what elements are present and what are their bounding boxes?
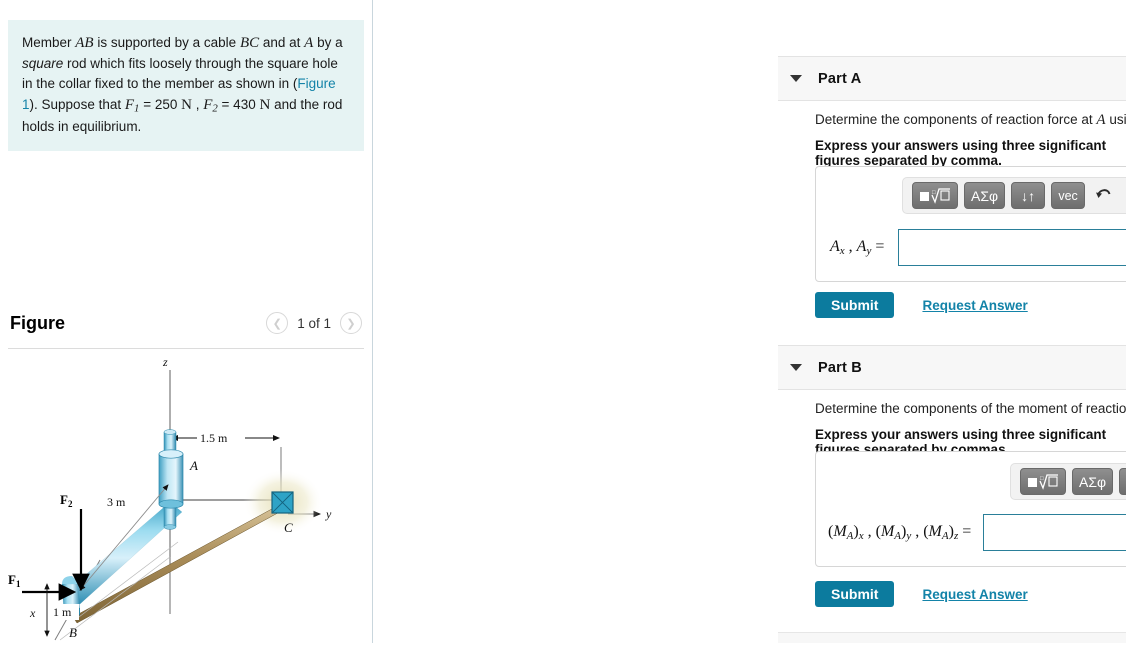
problem-var-f2: F2 (203, 96, 218, 115)
redo-icon[interactable] (1122, 186, 1126, 206)
problem-text-line4a: Suppose that (41, 96, 125, 112)
problem-text-line1c: and at (259, 35, 305, 50)
part-b-request-answer-link[interactable]: Request Answer (922, 587, 1027, 602)
part-a-title: Part A (818, 70, 862, 87)
figure-diagram: z x y 1.5 m A C 3 m F2 F1 1 m B (0, 352, 372, 643)
figure-divider (8, 348, 364, 349)
figure-nav: ❮ 1 of 1 ❯ (266, 312, 362, 334)
chevron-right-icon[interactable]: ❯ (340, 312, 362, 334)
problem-text-line1d: by a (313, 35, 343, 50)
figure-label-a: A (189, 458, 198, 473)
caret-down-icon[interactable] (790, 364, 802, 371)
part-b-prompt-text1: Determine the components of the moment o… (815, 401, 1126, 416)
caret-down-icon[interactable] (790, 75, 802, 82)
part-a-answer-box: □ ΑΣφ ↓↑ vec Ax , Ay = (815, 166, 1126, 282)
problem-text-line5: holds in equilibrium. (22, 119, 142, 135)
part-b-actions: Submit Request Answer (815, 581, 1028, 607)
arrows-button[interactable]: ↓↑ (1011, 182, 1046, 209)
part-b-answer-label: (MA)x , (MA)y , (MA)z = (828, 523, 972, 542)
template-radical-button[interactable]: □ (912, 182, 958, 209)
figure-counter: 1 of 1 (297, 315, 331, 331)
part-a-submit-button[interactable]: Submit (815, 292, 895, 318)
page-root: Member AB is supported by a cable BC and… (0, 0, 1126, 643)
figure-dim-3m: 3 m (107, 495, 126, 509)
part-a-instruction: Express your answers using three signifi… (815, 138, 1107, 168)
figure-label-b: B (69, 625, 77, 640)
problem-text-line1b: is supported by a cable (93, 35, 240, 50)
part-a-actions: Submit Request Answer (815, 292, 1028, 318)
problem-text-line4b: and the rod (270, 96, 343, 112)
figure-label-c: C (284, 520, 293, 535)
part-a-math-toolbar: □ ΑΣφ ↓↑ vec (902, 177, 1126, 214)
problem-comma: , (191, 96, 204, 112)
problem-var-ab: AB (75, 35, 94, 51)
chevron-left-icon[interactable]: ❮ (266, 312, 289, 334)
template-radical-button[interactable]: □ (1020, 468, 1066, 495)
mechanics-diagram-svg: z x y 1.5 m A C 3 m F2 F1 1 m B (8, 355, 332, 641)
part-b-answer-input[interactable] (983, 514, 1126, 551)
arrows-button[interactable]: ↓↑ (1119, 468, 1126, 495)
part-a-prompt-text2: using scalar notation. (1109, 112, 1126, 127)
greek-symbols-button[interactable]: ΑΣφ (964, 182, 1006, 209)
vector-button[interactable]: vec (1051, 182, 1086, 209)
figure-dim-1-5m: 1.5 m (200, 431, 228, 445)
figure-label-f2: F2 (60, 492, 73, 509)
figure-header: Figure ❮ 1 of 1 ❯ (0, 312, 372, 334)
part-a-answer-input[interactable] (898, 229, 1126, 266)
problem-text-line1a: Member (22, 35, 76, 50)
figure-label-z: z (162, 355, 168, 369)
part-a-prompt-var: A (1096, 112, 1106, 128)
undo-icon[interactable] (1091, 186, 1116, 206)
part-b-title: Part B (818, 359, 862, 376)
part-a-prompt-text1: Determine the components of reaction for… (815, 112, 1097, 127)
problem-var-bc: BC (239, 35, 260, 51)
problem-eq2: = 430 (217, 96, 260, 112)
part-a-request-answer-link[interactable]: Request Answer (922, 298, 1027, 313)
part-b-prompt: Determine the components of the moment o… (815, 401, 1126, 418)
part-a-answer-label: Ax , Ay = (830, 238, 885, 257)
part-b-header[interactable]: Part B (778, 345, 1126, 390)
part-b-submit-button[interactable]: Submit (815, 581, 895, 607)
next-part-header-partial[interactable] (778, 632, 1126, 643)
problem-unit-n1: N (181, 96, 192, 113)
figure-dim-1m: 1 m (53, 605, 72, 619)
figure-label-x: x (29, 606, 36, 620)
left-panel: Member AB is supported by a cable BC and… (0, 0, 373, 643)
figure-label-y: y (325, 507, 332, 521)
part-b-math-toolbar: □ ΑΣφ ↓↑ vec (1010, 463, 1126, 500)
figure-title: Figure (10, 312, 66, 333)
problem-word-square: square (22, 56, 64, 72)
greek-symbols-button[interactable]: ΑΣφ (1072, 468, 1114, 495)
problem-var-f1: F1 (124, 96, 140, 115)
problem-text-line3b: ). (29, 96, 38, 112)
part-a-header[interactable]: Part A (778, 56, 1126, 101)
figure-label-f1: F1 (8, 572, 21, 589)
problem-text-line3a: the collar fixed to the member as shown … (36, 75, 298, 91)
problem-eq1: = 250 (139, 96, 182, 112)
problem-var-a: A (304, 35, 314, 51)
part-a-prompt: Determine the components of reaction for… (815, 112, 1126, 129)
part-b-answer-box: □ ΑΣφ ↓↑ vec (815, 451, 1126, 567)
problem-statement: Member AB is supported by a cable BC and… (8, 20, 364, 152)
right-panel: Part A Determine the components of react… (373, 0, 1126, 643)
problem-unit-n2: N (259, 96, 271, 113)
